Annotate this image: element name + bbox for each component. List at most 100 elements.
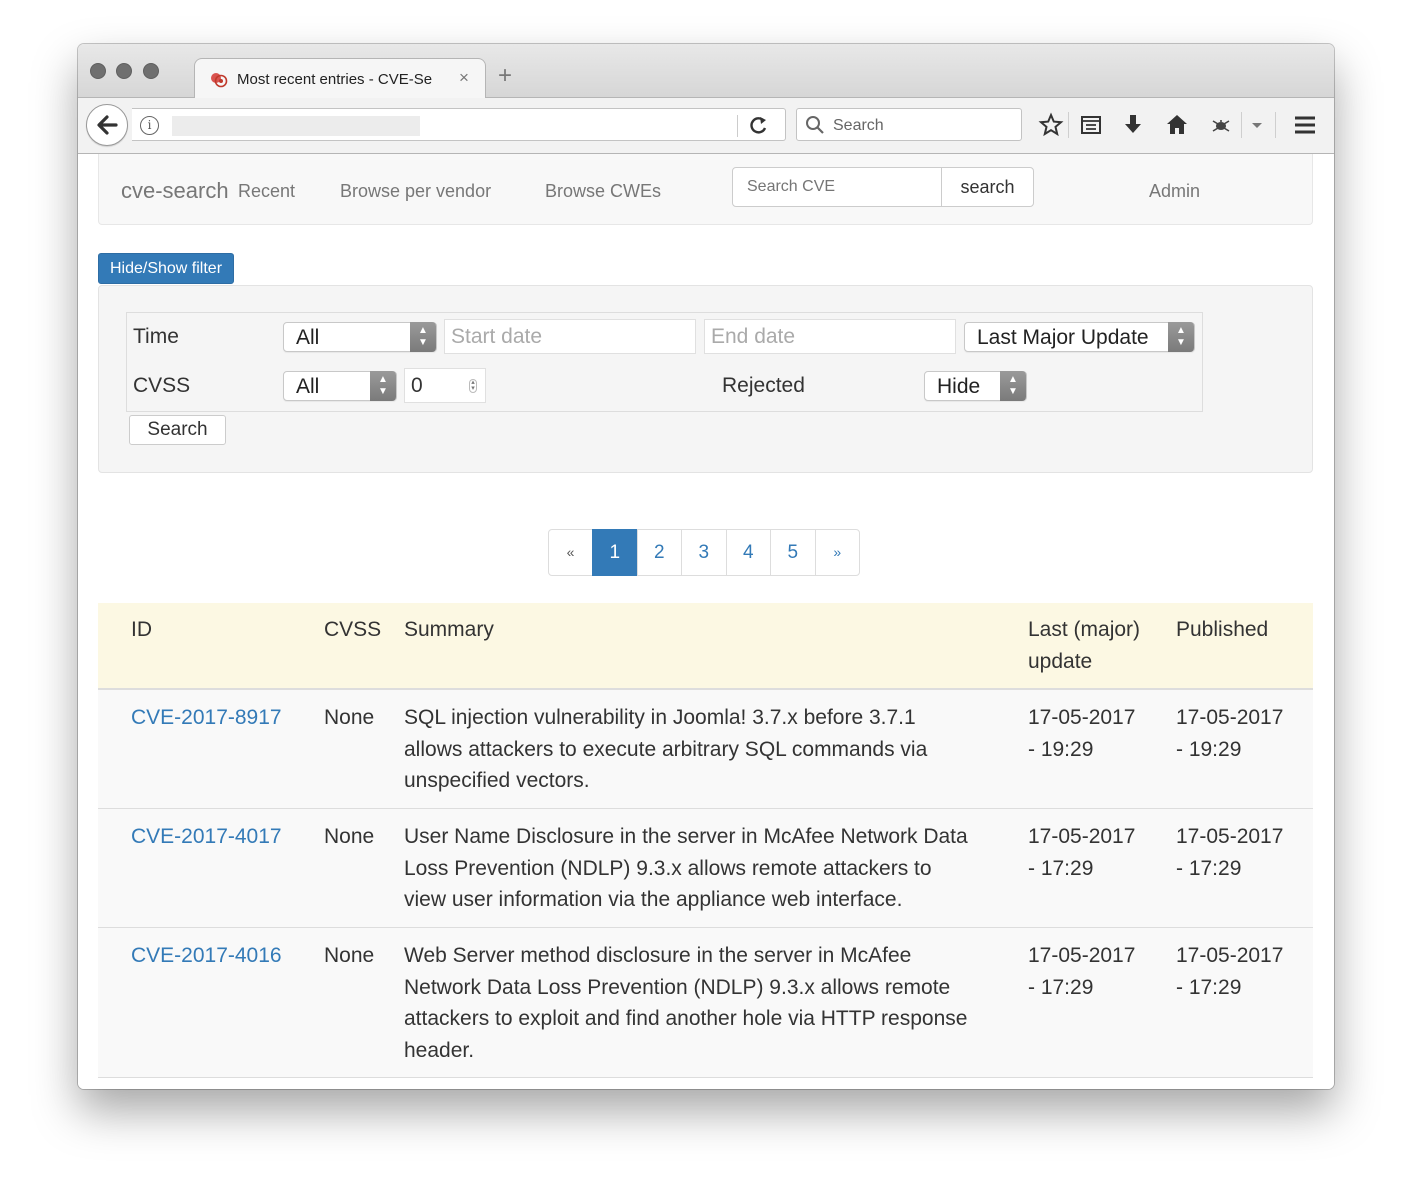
url-separator (737, 115, 738, 137)
summary-line: header. (404, 1038, 475, 1062)
pagination-page-2[interactable]: 2 (636, 529, 682, 576)
select-arrows-icon: ▲ ▼ (1168, 322, 1194, 352)
time-select[interactable]: All ▲ ▼ (283, 322, 437, 352)
search-icon (806, 116, 824, 134)
filter-panel: Time All ▲ ▼ Start date End date Last Maj… (98, 285, 1313, 473)
back-button[interactable] (86, 104, 128, 146)
close-window-button[interactable] (90, 63, 106, 79)
extension-bug-icon[interactable] (1208, 112, 1234, 138)
last-update-cell: 17-05-2017 - 17:29 (1028, 821, 1135, 884)
start-date-input[interactable]: Start date (444, 319, 696, 354)
tab-close-icon[interactable]: × (459, 68, 469, 88)
cvss-label: CVSS (133, 374, 191, 397)
last-update-time: - 19:29 (1028, 737, 1094, 761)
published-time: - 17:29 (1176, 856, 1242, 880)
summary-line: allows attackers to execute arbitrary SQ… (404, 737, 928, 761)
column-header-cvss: CVSS (324, 618, 382, 641)
published-date: 17-05-2017 (1176, 706, 1284, 729)
rejected-label: Rejected (722, 374, 805, 397)
new-tab-button[interactable]: + (498, 64, 512, 88)
cvss-value-stepper[interactable]: 0 ▴ ▾ (404, 368, 486, 403)
time-type-select[interactable]: Last Major Update ▲ ▼ (964, 322, 1195, 352)
published-cell: 17-05-2017 - 17:29 (1176, 940, 1283, 1003)
published-time: - 19:29 (1176, 737, 1242, 761)
minimize-window-button[interactable] (116, 63, 132, 79)
pagination-page-1[interactable]: 1 (592, 529, 638, 576)
table-row: CVE-2017-4017 None User Name Disclosure … (98, 809, 1313, 928)
cvss-value-cell: None (324, 944, 375, 967)
reload-icon[interactable] (746, 114, 772, 136)
url-text-redacted (172, 116, 420, 136)
search-cve-input[interactable] (732, 167, 943, 207)
browser-search-placeholder: Search (833, 117, 884, 134)
pagination: « 1 2 3 4 5 » (548, 529, 860, 576)
pagination-next[interactable]: » (814, 529, 860, 576)
home-icon[interactable] (1164, 112, 1190, 138)
cvss-value-cell: None (324, 825, 375, 848)
summary-line: User Name Disclosure in the server in Mc… (404, 825, 968, 848)
browser-window: Most recent entries - CVE-Se × + i Searc… (78, 44, 1334, 1089)
cvss-select[interactable]: All ▲ ▼ (283, 371, 397, 401)
filter-table: Time All ▲ ▼ Start date End date Last Maj… (126, 312, 1203, 412)
bookmark-star-icon[interactable] (1038, 112, 1064, 138)
nav-link-admin[interactable]: Admin (1149, 181, 1200, 202)
back-arrow-icon (97, 115, 118, 135)
url-bar[interactable]: i (132, 108, 786, 141)
summary-cell: User Name Disclosure in the server in Mc… (404, 821, 968, 916)
last-update-time: - 17:29 (1028, 856, 1094, 880)
column-header-summary: Summary (404, 618, 494, 641)
published-date: 17-05-2017 (1176, 825, 1284, 848)
last-update-cell: 17-05-2017 - 17:29 (1028, 940, 1135, 1003)
stepper-arrows-icon[interactable]: ▴ ▾ (469, 379, 477, 393)
last-update-date: 17-05-2017 (1028, 944, 1136, 967)
column-header-last-update-line1: Last (major) (1028, 618, 1141, 641)
chevron-down-icon[interactable] (1244, 112, 1270, 138)
tab-strip: Most recent entries - CVE-Se × + (78, 44, 1334, 99)
summary-cell: Web Server method disclosure in the serv… (404, 940, 967, 1066)
cve-id-link[interactable]: CVE-2017-4017 (131, 821, 282, 853)
cvss-value: 0 (411, 374, 423, 397)
pagination-page-3[interactable]: 3 (681, 529, 727, 576)
reading-list-icon[interactable] (1078, 112, 1104, 138)
table-row: CVE-2017-4016 None Web Server method dis… (98, 928, 1313, 1078)
table-header: ID CVSS Summary Last (major) update Publ… (98, 603, 1313, 690)
pagination-prev[interactable]: « (548, 529, 593, 576)
toolbar-separator (1241, 112, 1242, 138)
summary-cell: SQL injection vulnerability in Joomla! 3… (404, 702, 927, 797)
end-date-input[interactable]: End date (704, 319, 956, 354)
pagination-page-5[interactable]: 5 (770, 529, 816, 576)
zoom-window-button[interactable] (143, 63, 159, 79)
select-arrows-icon: ▲ ▼ (410, 322, 436, 352)
cve-search-favicon-icon (211, 73, 228, 88)
column-header-last-update: Last (major) update (1028, 614, 1140, 678)
column-header-id: ID (131, 618, 152, 641)
time-select-value: All (296, 326, 320, 349)
summary-line: Web Server method disclosure in the serv… (404, 944, 912, 967)
nav-link-browse-cwes[interactable]: Browse CWEs (545, 181, 661, 202)
toolbar-separator (1068, 112, 1069, 138)
last-update-date: 17-05-2017 (1028, 706, 1136, 729)
summary-line: Loss Prevention (NDLP) 9.3.x allows remo… (404, 856, 932, 880)
published-cell: 17-05-2017 - 19:29 (1176, 702, 1283, 765)
rejected-select[interactable]: Hide ▲ ▼ (924, 371, 1027, 401)
cve-id-link[interactable]: CVE-2017-8917 (131, 702, 282, 734)
cvss-value-cell: None (324, 706, 375, 729)
browser-tab[interactable]: Most recent entries - CVE-Se × (194, 58, 486, 99)
select-arrows-icon: ▲ ▼ (1000, 371, 1026, 401)
filter-search-button[interactable]: Search (129, 415, 226, 445)
published-cell: 17-05-2017 - 17:29 (1176, 821, 1283, 884)
hamburger-menu-icon[interactable] (1292, 112, 1318, 138)
nav-link-browse-per-vendor[interactable]: Browse per vendor (340, 181, 491, 202)
nav-link-recent[interactable]: Recent (238, 181, 295, 202)
published-time: - 17:29 (1176, 975, 1242, 999)
table-row: CVE-2017-8917 None SQL injection vulnera… (98, 690, 1313, 809)
brand-logo[interactable]: cve-search (121, 178, 229, 204)
search-cve-button[interactable]: search (941, 167, 1034, 207)
browser-search-bar[interactable]: Search (796, 108, 1022, 141)
site-info-icon[interactable]: i (140, 116, 159, 135)
cve-id-link[interactable]: CVE-2017-4016 (131, 940, 282, 972)
pagination-page-4[interactable]: 4 (725, 529, 771, 576)
hide-show-filter-button[interactable]: Hide/Show filter (98, 253, 234, 284)
tab-title: Most recent entries - CVE-Se (237, 71, 433, 88)
download-icon[interactable] (1120, 112, 1146, 138)
